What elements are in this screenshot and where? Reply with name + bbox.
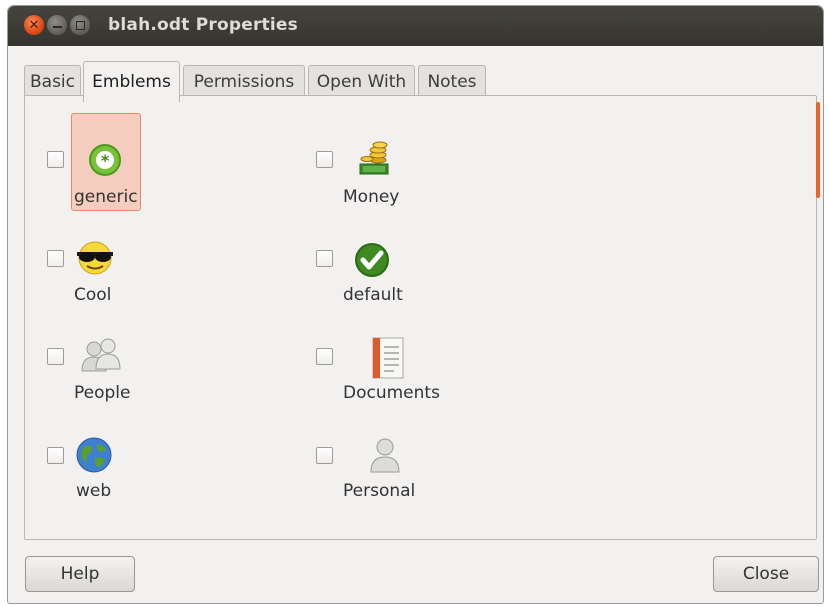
- close-window-icon[interactable]: ✕: [24, 15, 44, 35]
- emblem-label-default[interactable]: default: [343, 285, 403, 305]
- emblem-label-generic[interactable]: generic: [74, 187, 138, 207]
- cool-emblem-icon: [74, 240, 116, 280]
- emblem-checkbox-default[interactable]: [316, 250, 333, 267]
- emblem-label-people[interactable]: People: [74, 383, 130, 403]
- help-button[interactable]: Help: [25, 556, 135, 592]
- personal-emblem-icon: [368, 436, 402, 478]
- documents-emblem-icon: [372, 337, 406, 383]
- emblem-checkbox-generic[interactable]: [47, 151, 64, 168]
- tab-emblems[interactable]: Emblems: [83, 61, 180, 102]
- title-bar: ✕ blah.odt Properties: [8, 6, 823, 46]
- emblem-label-cool[interactable]: Cool: [74, 285, 111, 305]
- emblem-label-web[interactable]: web: [76, 481, 111, 501]
- emblem-checkbox-documents[interactable]: [316, 348, 333, 365]
- emblem-label-money[interactable]: Money: [343, 187, 399, 207]
- minimize-window-icon[interactable]: [47, 15, 67, 35]
- svg-text:*: *: [101, 151, 110, 170]
- emblem-label-personal[interactable]: Personal: [343, 481, 415, 501]
- tab-permissions[interactable]: Permissions: [183, 65, 305, 97]
- tab-open-with[interactable]: Open With: [308, 65, 415, 97]
- money-emblem-icon: [356, 140, 392, 182]
- maximize-window-icon[interactable]: [70, 15, 90, 35]
- emblem-checkbox-personal[interactable]: [316, 447, 333, 464]
- generic-emblem-icon: *: [87, 142, 123, 182]
- people-emblem-icon: [80, 337, 122, 379]
- emblem-checkbox-web[interactable]: [47, 447, 64, 464]
- properties-dialog: ✕ blah.odt Properties Basic Emblems Perm…: [8, 6, 823, 603]
- scrollbar-thumb[interactable]: [816, 102, 820, 198]
- emblems-panel: [24, 95, 817, 540]
- emblem-checkbox-cool[interactable]: [47, 250, 64, 267]
- tab-notes[interactable]: Notes: [418, 65, 486, 97]
- web-emblem-icon: [75, 436, 113, 478]
- emblem-checkbox-people[interactable]: [47, 348, 64, 365]
- emblem-label-documents[interactable]: Documents: [343, 383, 440, 403]
- tab-basic[interactable]: Basic: [24, 65, 81, 97]
- emblem-checkbox-money[interactable]: [316, 151, 333, 168]
- close-button[interactable]: Close: [713, 556, 819, 592]
- window-title: blah.odt Properties: [108, 15, 298, 35]
- default-emblem-icon: [353, 241, 391, 283]
